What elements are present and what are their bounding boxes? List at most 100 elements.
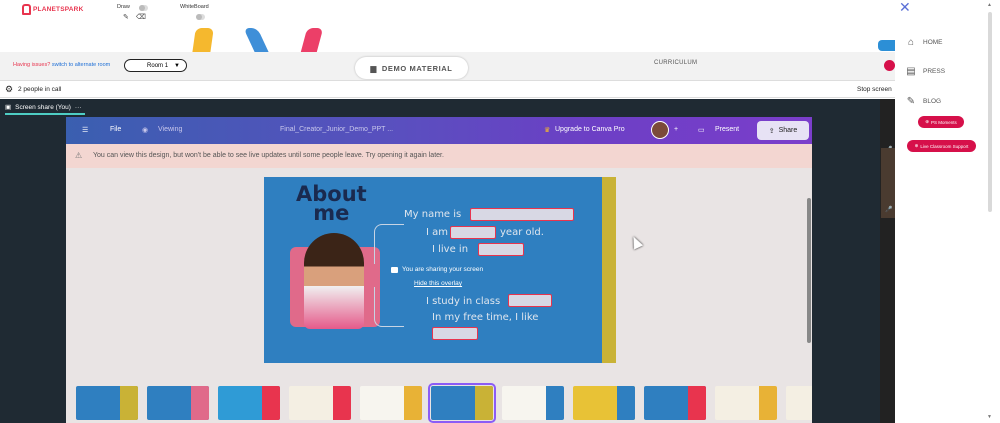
document-title[interactable]: Final_Creator_Junior_Demo_PPT ... — [280, 126, 393, 133]
issues-text: Having issues? switch to alternate room — [13, 62, 110, 68]
thumbnail-accent — [333, 386, 351, 420]
nav-blog[interactable]: ✎ BLOG — [905, 96, 941, 107]
switch-room-link[interactable]: switch to alternate room — [52, 62, 110, 68]
plus-circle-icon: ⊕ — [914, 143, 919, 148]
close-icon[interactable]: ✕ — [899, 0, 911, 16]
nav-blog-label: BLOG — [923, 98, 942, 105]
add-collaborator-button[interactable]: + — [674, 126, 678, 133]
canva-scrollbar[interactable] — [807, 198, 811, 343]
connector-line — [374, 287, 404, 327]
slide-thumbnail[interactable] — [573, 386, 635, 420]
menu-file[interactable]: File — [110, 126, 121, 133]
canva-toolbar: ☰ File ◉ Viewing Final_Creator_Junior_De… — [66, 117, 812, 144]
draw-label: Draw — [117, 4, 130, 10]
view-only-warning: ⚠ You can view this design, but won't be… — [66, 144, 812, 168]
share-button[interactable]: ⇪ Share — [757, 121, 809, 140]
chevron-down-icon: ▼ — [174, 62, 180, 69]
present-button[interactable]: Present — [715, 126, 739, 133]
slide-line-freetime: In my free time, I like — [432, 312, 539, 323]
present-icon: ▭ — [698, 127, 705, 134]
sharing-overlay-text: You are sharing your screen — [402, 266, 484, 273]
slide-thumbnail[interactable] — [786, 386, 812, 420]
newspaper-icon: ▤ — [906, 66, 916, 77]
nav-press[interactable]: ▤ PRESS — [905, 66, 945, 77]
room-select-value: Room 1 — [147, 62, 169, 69]
slide-thumbnail[interactable] — [360, 386, 422, 420]
planetspark-logo[interactable]: PLANETSPARK — [22, 4, 83, 15]
share-button-label: Share — [778, 127, 798, 134]
pencil-icon[interactable]: ✎ — [123, 13, 129, 21]
more-options-button[interactable]: ··· — [75, 104, 82, 111]
screen-share-label: Screen share (You) — [15, 103, 71, 111]
ps-moments-badge[interactable]: ⊕ PS Moments — [918, 116, 964, 128]
thumbnail-accent — [475, 386, 493, 420]
live-blank — [478, 243, 524, 256]
slide-side-rail — [602, 177, 616, 363]
ps-moments-label: PS Moments — [931, 119, 957, 125]
nav-press-label: PRESS — [923, 68, 946, 75]
eye-icon: ◉ — [142, 127, 149, 134]
page-scrollbar[interactable] — [988, 12, 992, 212]
slide-thumbnail[interactable] — [502, 386, 564, 420]
eraser-icon[interactable]: ⌫ — [136, 13, 146, 21]
slide-line-class: I study in class — [426, 296, 501, 307]
freetime-blank — [432, 327, 478, 340]
class-blank — [508, 294, 552, 307]
side-tab-blue[interactable] — [878, 40, 895, 51]
home-icon: ⌂ — [907, 37, 915, 48]
nav-home-label: HOME — [923, 39, 943, 46]
user-avatar[interactable] — [651, 121, 669, 139]
right-navigation — [895, 0, 1000, 423]
scroll-down-icon[interactable]: ▼ — [987, 414, 992, 420]
slide-thumbnail[interactable] — [147, 386, 209, 420]
upgrade-button[interactable]: Upgrade to Canva Pro — [555, 126, 625, 133]
whiteboard-toggle[interactable] — [196, 14, 205, 20]
slide-thumbnail[interactable] — [289, 386, 351, 420]
thumbnail-accent — [617, 386, 635, 420]
pencil-icon: ✎ — [906, 96, 916, 107]
slide-thumbnail[interactable] — [644, 386, 706, 420]
logo-text: PLANETSPARK — [33, 6, 84, 13]
slide-title-line2: me — [313, 201, 350, 225]
slide-title: About me — [296, 184, 367, 225]
scroll-up-icon[interactable]: ▲ — [987, 2, 992, 8]
gear-icon[interactable]: ⚙ — [5, 84, 13, 95]
live-support-label: Live Classroom Support — [920, 143, 969, 149]
age-blank — [450, 226, 496, 239]
side-tab-red[interactable] — [884, 60, 895, 71]
room-select[interactable]: Room 1 ▼ — [124, 59, 187, 72]
issues-label: Having issues? — [13, 62, 51, 68]
folder-icon: ▆ — [370, 63, 377, 73]
call-area: ▣ Screen share (You) ··· ☰ File ◉ Viewin… — [0, 99, 880, 423]
thumbnail-accent — [191, 386, 209, 420]
slide-thumbnail[interactable] — [715, 386, 777, 420]
hamburger-icon[interactable]: ☰ — [82, 126, 88, 134]
thumbnail-accent — [688, 386, 706, 420]
tab-curriculum[interactable]: CURRICULUM — [654, 60, 697, 66]
whiteboard-label: WhiteBoard — [180, 4, 209, 10]
hide-overlay-link[interactable]: Hide this overlay — [414, 280, 462, 287]
thumbnail-accent — [120, 386, 138, 420]
child-photo — [304, 233, 364, 329]
slide-thumbnail[interactable] — [218, 386, 280, 420]
nav-home[interactable]: ⌂ HOME — [905, 37, 943, 48]
slide-line-age: I am — [426, 227, 448, 238]
plus-circle-icon: ⊕ — [925, 119, 929, 124]
draw-toggle[interactable] — [139, 5, 148, 11]
tab-demo-material-label: DEMO MATERIAL — [381, 63, 453, 73]
warning-text: You can view this design, but won't be a… — [93, 152, 444, 159]
thumbnail-accent — [759, 386, 777, 420]
sharing-overlay: You are sharing your screen — [391, 266, 483, 273]
warning-icon: ⚠ — [75, 151, 83, 160]
slide-line-name: My name is — [404, 209, 462, 220]
tab-demo-material[interactable]: ▆ DEMO MATERIAL — [355, 57, 468, 79]
slide-thumbnail[interactable] — [76, 386, 138, 420]
stop-screen-button[interactable]: Stop screen — [857, 86, 892, 93]
screen-share-icon: ▣ — [5, 104, 12, 111]
mic-icon[interactable]: 🎤 — [885, 206, 892, 213]
slide-thumbnail[interactable] — [428, 383, 496, 423]
connector-line — [374, 224, 404, 264]
viewing-label: Viewing — [158, 126, 183, 133]
top-toolbar: PLANETSPARK Draw ✎ ⌫ WhiteBoard — [0, 0, 895, 26]
live-support-badge[interactable]: ⊕ Live Classroom Support — [907, 140, 976, 152]
